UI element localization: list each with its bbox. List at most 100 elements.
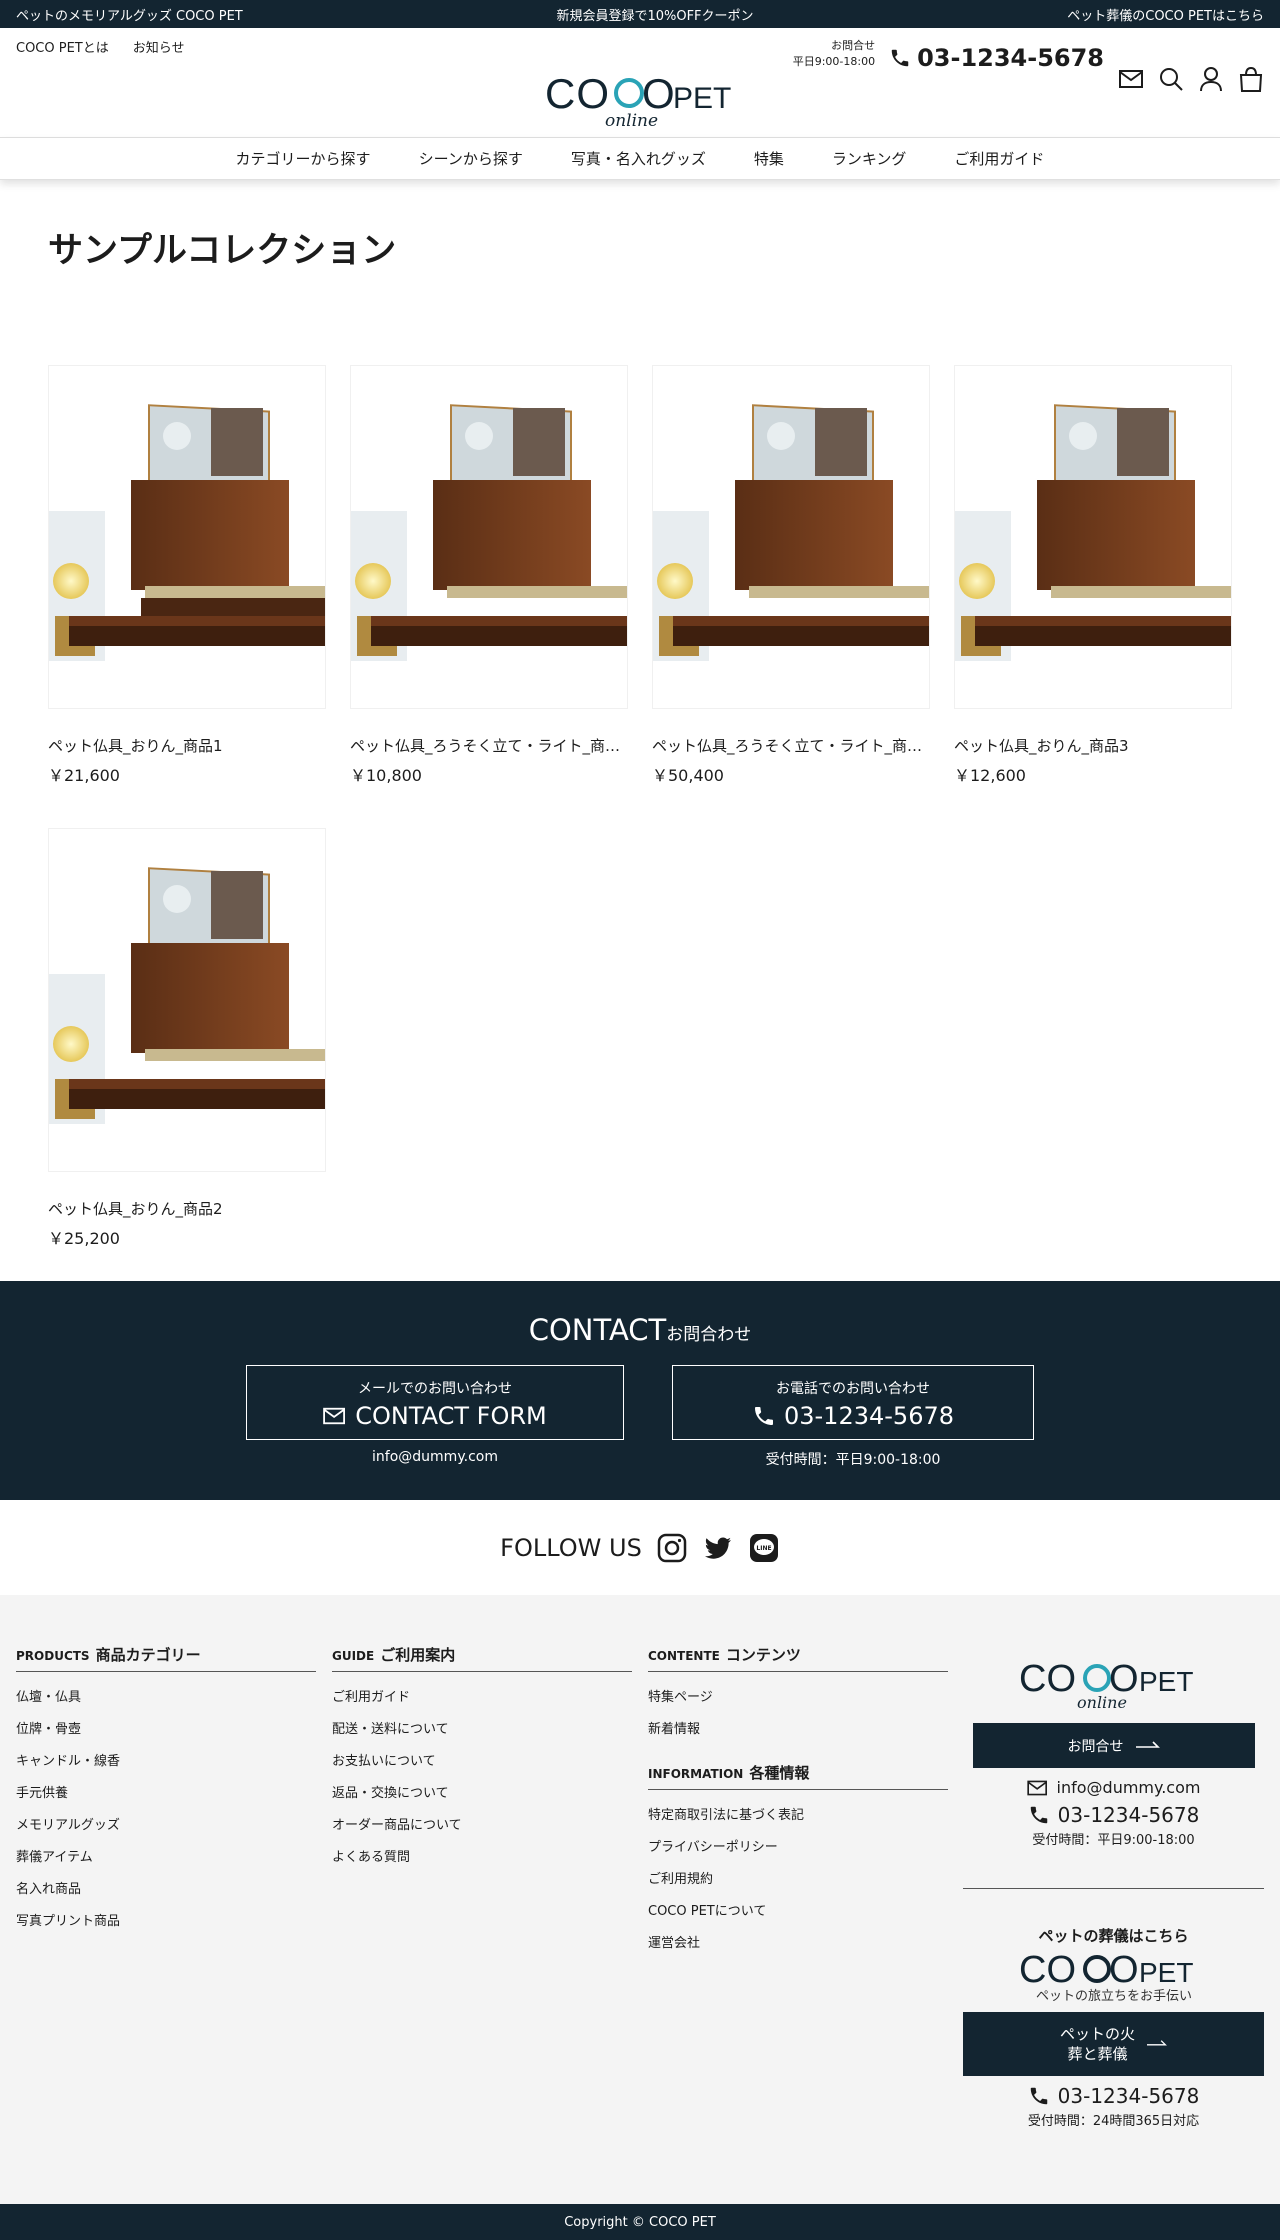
footer-logo[interactable]: CO O PET online [1019,1657,1209,1711]
contact-form-label: CONTACT FORM [355,1402,547,1430]
footer-divider [963,1888,1264,1889]
nav-guide[interactable]: ご利用ガイド [954,148,1044,169]
tel-contact-label: お電話でのお問い合わせ [776,1381,930,1397]
footer-heading-en: GUIDE [332,1649,375,1663]
twitter-icon[interactable] [702,1532,734,1564]
nav-feature[interactable]: 特集 [754,148,784,169]
product-name[interactable]: ペット仏具_おりん_商品3 [954,735,1232,756]
footer-link[interactable]: 手元供養 [16,1778,316,1810]
footer-link[interactable]: 運営会社 [648,1928,948,1960]
contact-title: CONTACTお問合わせ [0,1313,1280,1347]
nav-scene[interactable]: シーンから探す [419,148,523,169]
phone-icon [891,49,909,67]
product-card[interactable]: ペット仏具_おりん_商品2 ￥25,200 [48,828,326,1249]
footer-heading-ja: 商品カテゴリー [95,1646,201,1664]
footer-link[interactable]: 位牌・骨壺 [16,1714,316,1746]
header-tel[interactable]: 03-1234-5678 [889,44,1104,72]
funeral-link[interactable]: ペット葬儀のCOCO PETはこちら [1067,5,1264,24]
nav-category[interactable]: カテゴリーから探す [236,148,371,169]
cart-icon[interactable] [1238,66,1264,92]
phone-icon [1030,1806,1047,1824]
nav-photo-goods[interactable]: 写真・名入れグッズ [571,148,706,169]
svg-text:CO: CO [545,70,610,117]
funeral-title: ペットの葬儀はこちら [1038,1927,1189,1945]
site-header: COCO PETとは お知らせ CO O PET online お問合せ 平日9:… [0,28,1280,138]
contact-form-button[interactable]: メールでのお問い合わせ CONTACT FORM [246,1365,624,1440]
product-name[interactable]: ペット仏具_ろうそく立て・ライト_商品1 [652,735,930,756]
footer-heading-en: INFORMATION [648,1767,744,1781]
follow-us-label: FOLLOW US [500,1533,642,1562]
product-image[interactable] [48,365,326,709]
search-icon[interactable] [1158,66,1184,92]
product-image[interactable] [652,365,930,709]
announcement-bar: ペットのメモリアルグッズ COCO PET 新規会員登録で10%OFFクーポン … [0,0,1280,28]
product-card[interactable]: ペット仏具_ろうそく立て・ライト_商品1 ￥50,400 [652,365,930,786]
footer-link[interactable]: よくある質問 [332,1842,632,1874]
news-link[interactable]: お知らせ [133,37,185,56]
footer-heading-ja: コンテンツ [725,1646,801,1664]
product-image[interactable] [350,365,628,709]
product-price: ￥50,400 [652,766,724,785]
svg-text:LINE: LINE [756,1545,771,1552]
product-card[interactable]: ペット仏具_おりん_商品3 ￥12,600 [954,365,1232,786]
footer-heading: INFORMATION 各種情報 [648,1762,948,1790]
phone-icon [754,1407,773,1425]
product-name[interactable]: ペット仏具_ろうそく立て・ライト_商品… [350,735,628,756]
topbar-shop-name[interactable]: ペットのメモリアルグッズ COCO PET [16,5,243,24]
coupon-banner[interactable]: 新規会員登録で10%OFFクーポン [556,5,753,24]
contact-mail[interactable]: info@dummy.com [246,1449,624,1465]
product-card[interactable]: ペット仏具_ろうそく立て・ライト_商品… ￥10,800 [350,365,628,786]
footer-mail[interactable]: info@dummy.com [963,1778,1264,1797]
product-image[interactable] [954,365,1232,709]
product-name[interactable]: ペット仏具_おりん_商品1 [48,735,326,756]
footer-tel[interactable]: 03-1234-5678 [963,1803,1264,1827]
instagram-icon[interactable] [656,1532,688,1564]
footer-link[interactable]: 配送・送料について [332,1714,632,1746]
funeral-button[interactable]: ペットの火 葬と葬儀 [963,2012,1264,2076]
account-icon[interactable] [1198,66,1224,92]
footer-link[interactable]: 名入れ商品 [16,1874,316,1906]
mail-contact-label: メールでのお問い合わせ [358,1381,512,1397]
mail-icon[interactable] [1118,66,1144,92]
footer-link[interactable]: 返品・交換について [332,1778,632,1810]
footer-link[interactable]: 新着情報 [648,1714,948,1746]
svg-text:CO: CO [1019,1658,1076,1700]
product-name[interactable]: ペット仏具_おりん_商品2 [48,1198,326,1219]
site-logo[interactable]: CO O PET online [545,68,735,130]
phone-icon [1030,2087,1047,2105]
footer-link[interactable]: プライバシーポリシー [648,1832,948,1864]
footer-mail-address: info@dummy.com [1056,1778,1201,1797]
funeral-tel[interactable]: 03-1234-5678 [963,2084,1264,2108]
footer-link[interactable]: 写真プリント商品 [16,1906,316,1938]
nav-ranking[interactable]: ランキング [832,148,907,169]
product-price: ￥21,600 [48,766,120,785]
footer-link[interactable]: 仏壇・仏具 [16,1682,316,1714]
contact-title-ja: お問合わせ [666,1325,752,1345]
footer-link[interactable]: 特定商取引法に基づく表記 [648,1800,948,1832]
product-image[interactable] [48,828,326,1172]
footer-link[interactable]: ご利用規約 [648,1864,948,1896]
line-icon[interactable]: LINE [748,1532,780,1564]
svg-text:O: O [642,70,675,117]
funeral-logo[interactable]: CO O PET ペットの旅立ちをお手伝い [1019,1948,1209,2004]
footer-link[interactable]: COCO PETについて [648,1896,948,1928]
contact-tel-button[interactable]: お電話でのお問い合わせ 03-1234-5678 [672,1365,1034,1440]
about-link[interactable]: COCO PETとは [16,37,109,56]
footer-contact-button[interactable]: お問合せ [972,1723,1255,1768]
header-tel-hours: 平日9:00-18:00 [792,55,876,68]
footer-link[interactable]: お支払いについて [332,1746,632,1778]
contact-tel-hours: 受付時間：平日9:00-18:00 [765,1452,941,1468]
footer-link[interactable]: オーダー商品について [332,1810,632,1842]
footer-link[interactable]: ご利用ガイド [332,1682,632,1714]
footer-link[interactable]: メモリアルグッズ [16,1810,316,1842]
footer-link[interactable]: 葬儀アイテム [16,1842,316,1874]
svg-text:CO: CO [1019,1949,1076,1991]
footer-link[interactable]: 特集ページ [648,1682,948,1714]
svg-text:PET: PET [1139,1666,1193,1697]
product-card[interactable]: ペット仏具_おりん_商品1 ￥21,600 [48,365,326,786]
footer-link[interactable]: キャンドル・線香 [16,1746,316,1778]
footer-products: PRODUCTS 商品カテゴリー 仏壇・仏具 位牌・骨壺 キャンドル・線香 手元供… [16,1644,316,1938]
product-price: ￥12,600 [954,766,1026,785]
funeral-tel-number: 03-1234-5678 [1057,2084,1200,2108]
footer-heading: CONTENTE コンテンツ [648,1644,948,1672]
